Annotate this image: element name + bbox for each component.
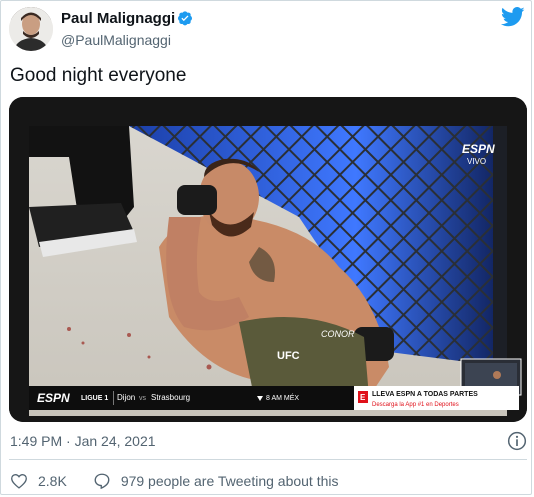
author-name[interactable]: Paul Malignaggi	[61, 10, 175, 27]
verified-badge-icon	[178, 11, 192, 26]
tweet-timestamp[interactable]: 1:49 PM · Jan 24, 2021	[10, 433, 156, 449]
promo-subtitle: Descarga la App #1 en Deportes	[372, 402, 459, 408]
avatar-image	[9, 7, 53, 51]
shorts-logo: UFC	[277, 350, 300, 362]
ticker-time: 8 AM MÉX	[266, 393, 299, 402]
twitter-bird-icon[interactable]	[501, 7, 525, 27]
ticker-vs: vs	[139, 395, 147, 402]
avatar[interactable]	[9, 7, 53, 51]
ticker-home-team: Dijon	[117, 393, 135, 402]
score-ticker	[29, 386, 354, 410]
author-handle[interactable]: @PaulMalignaggi	[61, 32, 171, 48]
divider	[9, 459, 527, 460]
promo-title: LLEVA ESPN A TODAS PARTES	[372, 391, 478, 398]
svg-text:E: E	[360, 393, 366, 402]
ticker-network: ESPN	[37, 391, 70, 405]
shorts-name: CONOR	[321, 329, 355, 339]
speech-bubble-icon[interactable]	[93, 472, 111, 490]
live-badge: VIVO	[467, 157, 486, 166]
tweet-card: Paul Malignaggi @PaulMalignaggi Good nig…	[0, 0, 532, 495]
fight-photo: UFC CONOR ESPN VIVO ESPN LIGUE 1 Dijon v…	[9, 97, 527, 422]
heart-icon[interactable]	[10, 473, 28, 489]
ticker-away-team: Strasbourg	[151, 393, 190, 402]
tweet-text: Good night everyone	[10, 65, 187, 86]
tweet-media[interactable]: UFC CONOR ESPN VIVO ESPN LIGUE 1 Dijon v…	[9, 97, 527, 422]
like-count[interactable]: 2.8K	[38, 473, 67, 489]
engagement-bar: 2.8K 979 people are Tweeting about this	[10, 472, 339, 490]
info-icon[interactable]	[507, 431, 527, 451]
ticker-league: LIGUE 1	[81, 395, 108, 402]
tweeting-count[interactable]: 979 people are Tweeting about this	[121, 473, 339, 489]
espn-watermark: ESPN	[462, 142, 495, 156]
